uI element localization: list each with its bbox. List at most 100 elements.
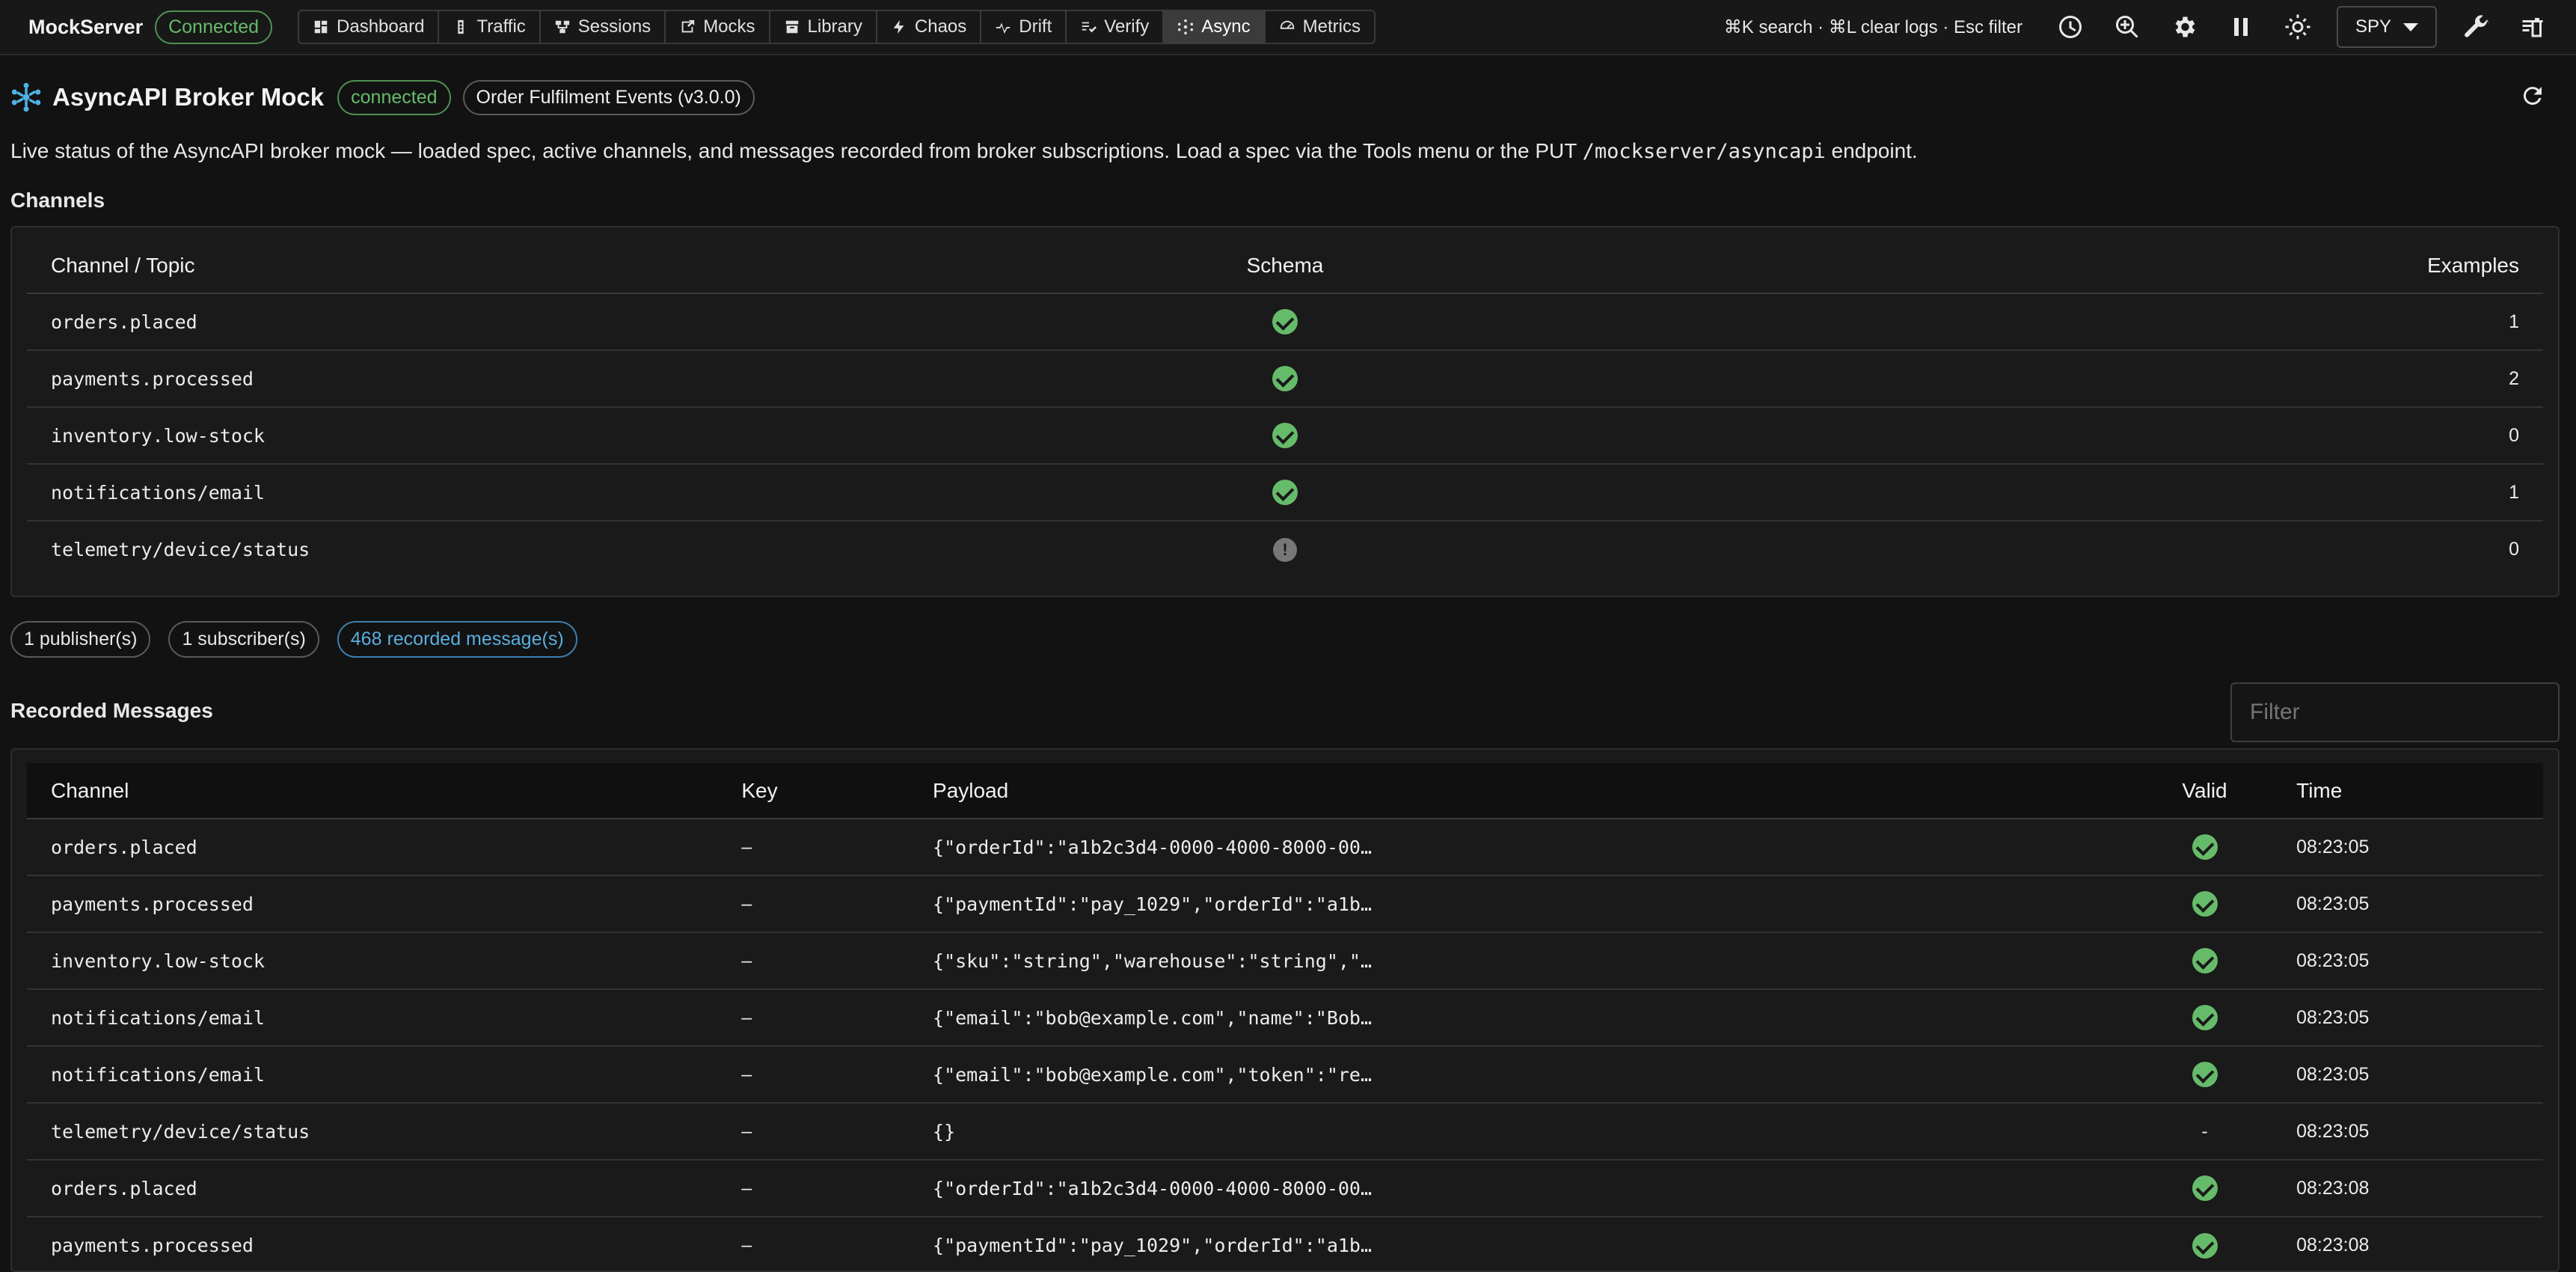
check-circle-icon xyxy=(1272,423,1298,448)
wrench-icon[interactable] xyxy=(2447,4,2504,49)
mode-select-value: SPY xyxy=(2355,16,2392,37)
async-icon xyxy=(1178,19,1194,35)
message-key: – xyxy=(741,1046,933,1104)
message-channel: orders.placed xyxy=(27,819,742,876)
valid-value: - xyxy=(2201,1120,2208,1142)
nav-tab-mocks[interactable]: Mocks xyxy=(666,11,770,43)
nav-tab-async[interactable]: Async xyxy=(1164,11,1266,43)
nav-tab-chaos[interactable]: Chaos xyxy=(877,11,982,43)
check-circle-icon xyxy=(2192,1232,2218,1259)
message-valid xyxy=(2127,1160,2282,1217)
nav-tab-label: Library xyxy=(807,16,862,37)
page-title: AsyncAPI Broker Mock xyxy=(52,83,325,111)
message-key: – xyxy=(741,932,933,990)
main-nav: Dashboard Traffic Sessions Mocks Library Chao… xyxy=(298,10,1376,44)
settings-icon[interactable] xyxy=(2156,4,2212,49)
messages-card: Channel Key Payload Valid Time orders.pl… xyxy=(10,748,2560,1272)
publishers-count: 1 publisher(s) xyxy=(10,621,151,658)
messages-header-row: Channel Key Payload Valid Time xyxy=(27,763,2543,819)
zoom-search-icon[interactable] xyxy=(2099,4,2156,49)
warning-circle-icon: ! xyxy=(1272,537,1297,562)
channel-name: inventory.low-stock xyxy=(27,407,832,465)
message-time: 08:23:05 xyxy=(2281,989,2543,1047)
nav-tab-label: Verify xyxy=(1104,16,1150,37)
broker-status-badge: connected xyxy=(337,79,451,115)
refresh-button[interactable] xyxy=(2519,82,2549,112)
check-circle-icon xyxy=(2192,948,2218,973)
column-header-schema: Schema xyxy=(832,238,1738,294)
message-row[interactable]: payments.processed – {"paymentId":"pay_102… xyxy=(27,1217,2543,1271)
message-valid xyxy=(2127,989,2282,1047)
nav-tab-drift[interactable]: Drift xyxy=(981,11,1067,43)
message-filter-input[interactable] xyxy=(2230,682,2560,742)
history-icon[interactable] xyxy=(2042,4,2099,49)
channel-name: orders.placed xyxy=(27,293,832,351)
library-icon xyxy=(785,20,798,34)
message-channel: payments.processed xyxy=(27,875,742,933)
message-key: – xyxy=(741,819,933,876)
spec-badge: Order Fulfilment Events (v3.0.0) xyxy=(462,79,755,115)
nav-tab-label: Drift xyxy=(1019,16,1052,37)
nav-tab-label: Traffic xyxy=(476,16,526,37)
message-row[interactable]: orders.placed – {"orderId":"a1b2c3d4-0000-… xyxy=(27,819,2543,876)
message-payload: {"sku":"string","warehouse":"string","… xyxy=(933,932,2128,990)
column-header-valid: Valid xyxy=(2127,763,2282,819)
nav-tab-library[interactable]: Library xyxy=(770,11,877,43)
dashboard-icon xyxy=(314,20,328,34)
message-time: 08:23:05 xyxy=(2281,819,2543,876)
nav-tab-traffic[interactable]: Traffic xyxy=(439,11,541,43)
message-row[interactable]: inventory.low-stock – {"sku":"string","war… xyxy=(27,932,2543,990)
broker-counts: 1 publisher(s) 1 subscriber(s) 468 recor… xyxy=(10,621,577,658)
column-header-key: Key xyxy=(741,763,933,819)
pause-icon[interactable] xyxy=(2212,4,2269,49)
nav-tab-dashboard[interactable]: Dashboard xyxy=(299,11,440,43)
message-channel: telemetry/device/status xyxy=(27,1103,742,1161)
message-row[interactable]: telemetry/device/status –{} - 08:23:05 xyxy=(27,1103,2543,1161)
description-suffix: endpoint. xyxy=(1825,139,1918,162)
examples-count: 1 xyxy=(1738,293,2543,351)
message-time: 08:23:08 xyxy=(2281,1160,2543,1217)
chevron-down-icon xyxy=(2403,22,2419,31)
message-valid xyxy=(2127,875,2282,933)
nav-tab-sessions[interactable]: Sessions xyxy=(541,11,666,43)
message-channel: orders.placed xyxy=(27,1160,742,1217)
examples-count: 0 xyxy=(2509,539,2519,560)
message-valid xyxy=(2127,819,2282,876)
channel-name: notifications/email xyxy=(27,464,832,522)
examples-count: 1 xyxy=(1738,464,2543,522)
channel-row[interactable]: telemetry/device/status! 0 xyxy=(27,521,2543,578)
channel-row[interactable]: notifications/email 1 xyxy=(27,464,2543,522)
channel-row[interactable]: orders.placed 1 xyxy=(27,293,2543,351)
recorded-messages-count[interactable]: 468 recorded message(s) xyxy=(337,621,577,658)
nav-tab-verify[interactable]: Verify xyxy=(1067,11,1165,43)
message-channel: notifications/email xyxy=(27,1046,742,1104)
message-key: – xyxy=(741,1160,933,1217)
channel-row[interactable]: payments.processed 2 xyxy=(27,350,2543,408)
clear-icon[interactable] xyxy=(2504,4,2561,49)
endpoint-code: /mockserver/asyncapi xyxy=(1582,140,1826,163)
check-circle-icon xyxy=(2192,1062,2218,1087)
message-key: – xyxy=(741,1103,933,1161)
message-row[interactable]: notifications/email – {"email":"bob@exampl… xyxy=(27,1046,2543,1104)
channel-row[interactable]: inventory.low-stock 0 xyxy=(27,407,2543,465)
bolt-icon xyxy=(893,19,904,34)
mode-select[interactable]: SPY xyxy=(2337,6,2437,48)
top-bar: MockServer Connected Dashboard Traffic Ses… xyxy=(0,0,2576,55)
message-payload: {"paymentId":"pay_1029","orderId":"a1b… xyxy=(933,1235,1373,1256)
message-channel: notifications/email xyxy=(27,989,742,1047)
recorded-messages-heading: Recorded Messages xyxy=(10,699,213,722)
message-time: 08:23:08 xyxy=(2296,1235,2370,1256)
message-time: 08:23:05 xyxy=(2281,875,2543,933)
message-valid xyxy=(2127,1046,2282,1104)
schema-status xyxy=(832,350,1738,408)
message-row[interactable]: orders.placed – {"orderId":"a1b2c3d4-0000-… xyxy=(27,1160,2543,1217)
message-valid: - xyxy=(2127,1103,2282,1161)
nav-tab-metrics[interactable]: Metrics xyxy=(1266,11,1374,43)
schema-status xyxy=(832,464,1738,522)
message-row[interactable]: notifications/email – {"email":"bob@exampl… xyxy=(27,989,2543,1047)
message-row[interactable]: payments.processed – {"paymentId":"pay_102… xyxy=(27,875,2543,933)
nav-tab-label: Mocks xyxy=(703,16,755,37)
theme-icon[interactable] xyxy=(2269,4,2326,49)
schema-status xyxy=(832,407,1738,465)
message-payload: {} xyxy=(933,1103,2128,1161)
